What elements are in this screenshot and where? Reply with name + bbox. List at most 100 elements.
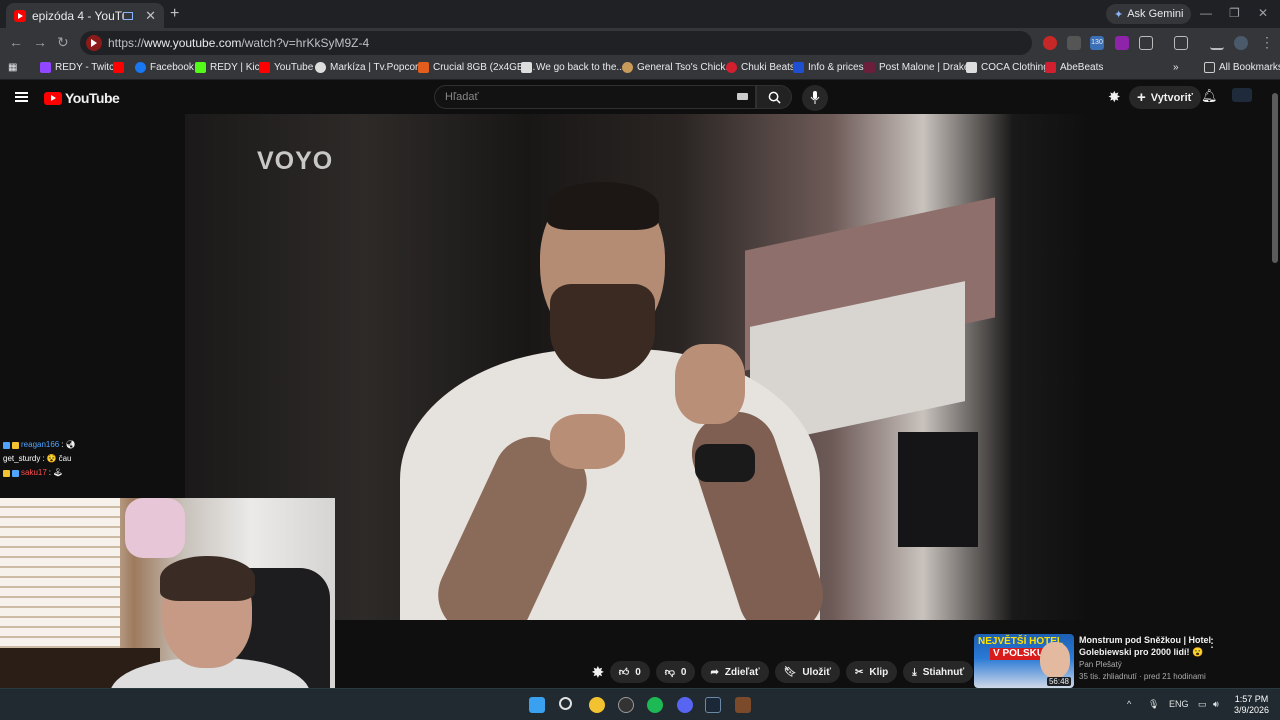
save-button[interactable]: 🔖︎ Uložiť xyxy=(774,661,841,683)
site-info-icon[interactable] xyxy=(86,35,102,51)
bookmark-item[interactable]: Facebook xyxy=(135,62,194,73)
apps-grid-icon[interactable]: ▦ xyxy=(8,62,17,73)
youtube-logo[interactable]: YouTube xyxy=(44,90,120,106)
chrome-icon[interactable] xyxy=(589,697,605,713)
folder-icon xyxy=(1204,62,1215,73)
spotify-icon[interactable] xyxy=(647,697,663,713)
chat-message: saku17: 🕹︎ xyxy=(3,466,76,480)
all-bookmarks-button[interactable]: All Bookmarks xyxy=(1204,62,1280,73)
reload-icon[interactable]: ↻ xyxy=(57,34,69,51)
create-button[interactable]: + Vytvoriť xyxy=(1129,86,1201,109)
sparkle-action-icon[interactable]: ✸ xyxy=(592,661,604,683)
restore-icon[interactable]: ❐ xyxy=(1229,6,1240,20)
bookmark-item[interactable]: REDY - Twitch xyxy=(40,62,120,73)
dislike-button[interactable]: 👎︎ 0 xyxy=(655,661,696,683)
ask-gemini-button[interactable]: ✦ Ask Gemini xyxy=(1106,4,1192,24)
download-button[interactable]: ⤓ Stiahnuť xyxy=(903,661,974,683)
new-tab-button[interactable]: + xyxy=(170,5,179,23)
bookmark-item[interactable]: Chuki Beats xyxy=(726,62,795,73)
bookmark-item[interactable]: Info & prices xyxy=(793,62,864,73)
volume-icon[interactable]: 🔊︎ xyxy=(1213,699,1219,710)
notifications-bell-icon[interactable]: 🔔︎ xyxy=(1201,88,1218,104)
url-text: https://www.youtube.com/watch?v=hrKkSyM9… xyxy=(108,36,370,50)
video-actions: ✸ 👍︎ 0 👎︎ 0 ➦ Zdieľať 🔖︎ Uložiť ✂ Klip ⤓ Stiah… xyxy=(592,661,1002,683)
sparkle-icon[interactable]: ✸ xyxy=(1108,88,1121,106)
menu-kebab-icon[interactable]: ⋮ xyxy=(1260,34,1274,51)
webcam-person-hair xyxy=(160,556,255,601)
search-input[interactable]: Hľadať xyxy=(434,85,756,109)
video-person-watch xyxy=(695,444,755,482)
system-clock[interactable]: 1:57 PM 3/9/2026 xyxy=(1234,694,1269,716)
bookmark-item[interactable]: REDY | Kick xyxy=(195,62,265,73)
clip-button[interactable]: ✂ Klip xyxy=(846,661,898,683)
like-button[interactable]: 👍︎ 0 xyxy=(609,661,650,683)
dislike-count: 0 xyxy=(680,666,687,678)
cast-toolbar-icon[interactable] xyxy=(1174,36,1188,50)
suggested-video-menu-icon[interactable]: ⋮ xyxy=(1206,636,1218,650)
bookmark-item[interactable]: General Tso's Chick... xyxy=(622,62,734,73)
youtube-icon xyxy=(259,62,270,73)
suggested-video-channel[interactable]: Pan Plešatý xyxy=(1079,660,1122,669)
share-label: Zdieľať xyxy=(724,666,760,678)
bookmark-item[interactable]: Crucial 8GB (2x4GB)... xyxy=(418,62,535,73)
bookmark-item[interactable]: YouTube xyxy=(259,62,313,73)
bookmark-item[interactable]: AbeBeats xyxy=(1045,62,1103,73)
suggested-video[interactable]: NEJVĚTŠÍ HOTEL V POLSKU 56:48 Monstrum p… xyxy=(974,634,1270,688)
scrollbar-thumb[interactable] xyxy=(1272,93,1278,263)
tray-overflow-icon[interactable]: ^ xyxy=(1127,699,1131,709)
bookmark-label: Info & prices xyxy=(808,62,864,73)
extension-purple-icon[interactable] xyxy=(1115,36,1129,50)
emote-icon: 😵 xyxy=(46,454,57,463)
bookmark-item[interactable]: We go back to the... xyxy=(521,62,625,73)
bookmark-item[interactable]: Post Malone | Drake... xyxy=(864,62,978,73)
back-icon[interactable]: ← xyxy=(9,34,23,50)
suggested-video-title[interactable]: Monstrum pod Sněžkou | Hotel Golebiewski… xyxy=(1079,634,1249,658)
clock-date: 3/9/2026 xyxy=(1234,705,1270,715)
extension-arrow-icon[interactable] xyxy=(1067,36,1081,50)
game-icon[interactable] xyxy=(735,697,751,713)
obs-icon[interactable] xyxy=(618,697,634,713)
minimize-icon[interactable]: — xyxy=(1200,6,1212,20)
network-icon[interactable]: ▭ xyxy=(1198,699,1207,710)
google-icon xyxy=(521,62,532,73)
tab-title: epizóda 4 - YouTube xyxy=(32,8,123,23)
bookmark-item[interactable]: COCA Clothing xyxy=(966,62,1049,73)
bookmark-label: Post Malone | Drake... xyxy=(879,62,978,73)
keyboard-icon[interactable] xyxy=(737,93,748,100)
close-window-icon[interactable]: ✕ xyxy=(1258,6,1268,20)
close-tab-icon[interactable]: ✕ xyxy=(145,8,156,24)
bookmark-item[interactable]: Markíza | Tv.Popcor... xyxy=(315,62,426,73)
profile-avatar[interactable] xyxy=(1234,36,1248,50)
bookmark-label: Facebook xyxy=(150,62,194,73)
kick-icon xyxy=(195,62,206,73)
extensions-puzzle-icon[interactable] xyxy=(1139,36,1153,50)
steam-icon[interactable] xyxy=(705,697,721,713)
search-button[interactable] xyxy=(756,85,792,109)
tab-active[interactable]: epizóda 4 - YouTube ✕ xyxy=(6,3,164,28)
suggested-video-thumbnail[interactable]: NEJVĚTŠÍ HOTEL V POLSKU 56:48 xyxy=(974,634,1074,688)
bookmark-item[interactable] xyxy=(113,62,128,73)
media-controls-icon[interactable] xyxy=(1210,36,1224,50)
channel-avatar[interactable] xyxy=(1232,88,1252,102)
more-bookmarks-icon[interactable]: » xyxy=(1173,62,1179,73)
search-taskbar-icon[interactable] xyxy=(559,697,572,710)
video-person-beard xyxy=(550,284,655,379)
windows-start-icon[interactable] xyxy=(529,697,545,713)
language-indicator[interactable]: ENG xyxy=(1169,699,1189,709)
microphone-icon xyxy=(810,91,820,104)
hamburger-menu-icon[interactable] xyxy=(15,92,28,102)
discord-icon[interactable] xyxy=(677,697,693,713)
forward-icon[interactable]: → xyxy=(33,34,47,50)
tray-mic-icon[interactable]: 🎙︎ xyxy=(1148,699,1159,710)
cast-icon xyxy=(123,11,134,20)
chat-username: get_sturdy xyxy=(3,454,41,463)
voice-search-button[interactable] xyxy=(802,85,828,111)
omnibox[interactable]: https://www.youtube.com/watch?v=hrKkSyM9… xyxy=(80,31,1032,55)
extension-badge[interactable]: 130 xyxy=(1090,36,1104,50)
facebook-icon xyxy=(135,62,146,73)
download-label: Stiahnuť xyxy=(922,666,965,678)
bookmark-label: YouTube xyxy=(274,62,314,73)
share-button[interactable]: ➦ Zdieľať xyxy=(701,661,769,683)
twitch-icon xyxy=(40,62,51,73)
extension-red-icon[interactable] xyxy=(1043,36,1057,50)
